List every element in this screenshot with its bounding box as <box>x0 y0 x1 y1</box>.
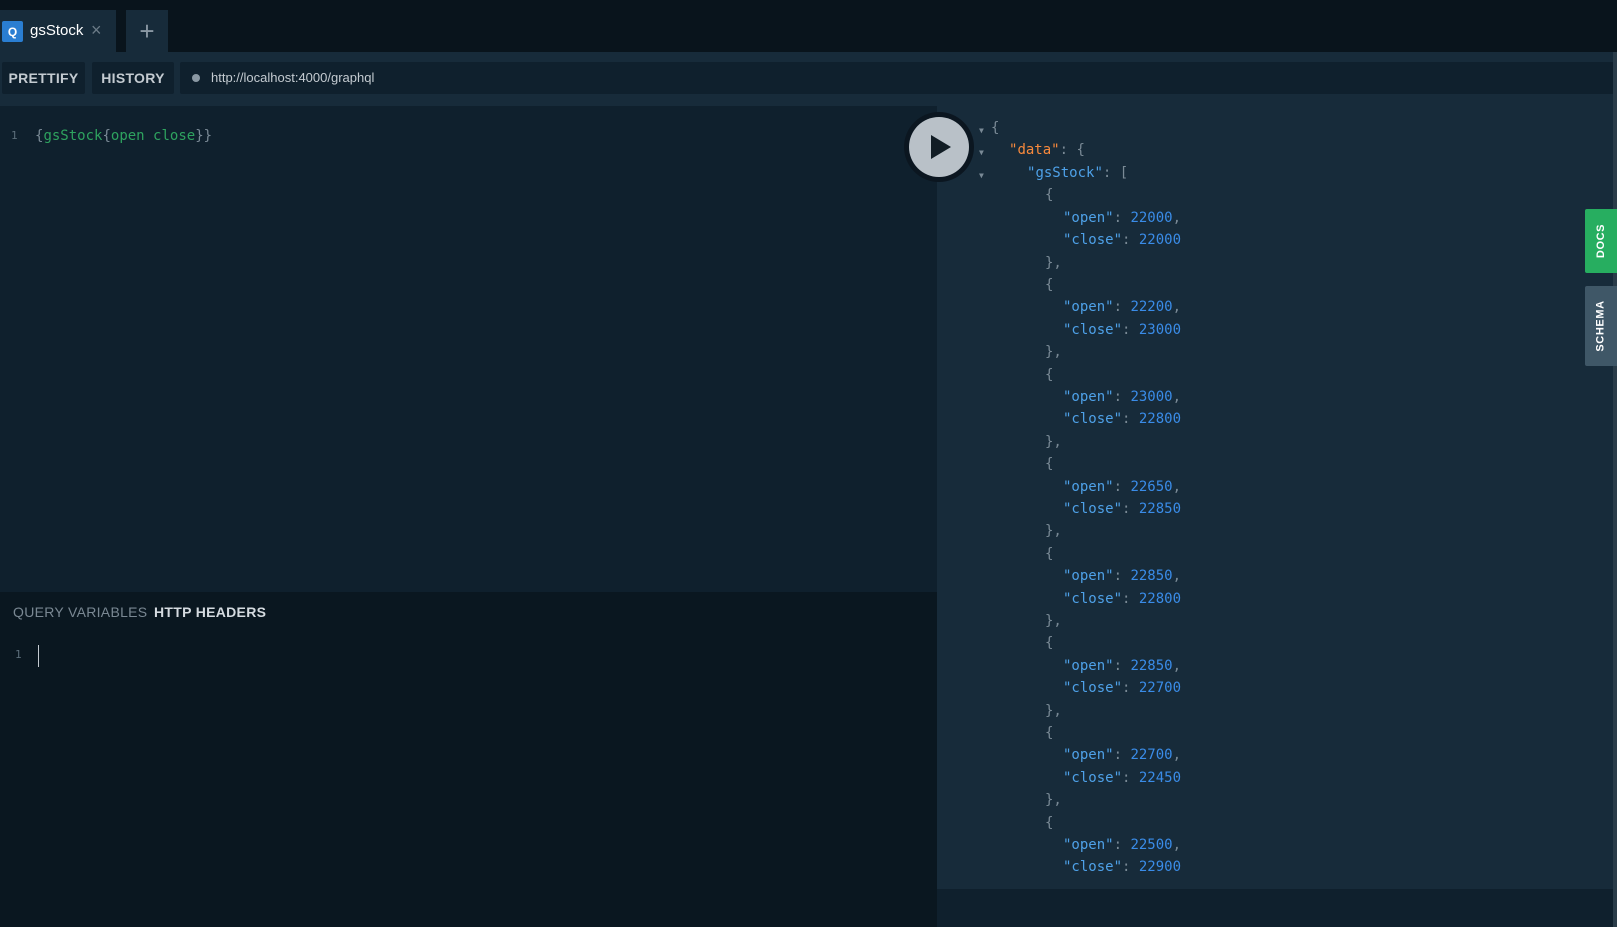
query-editor[interactable]: 1 {gsStock{open close}} <box>0 106 937 592</box>
json-value-close: 22800 <box>1138 411 1182 428</box>
fold-arrow-icon[interactable]: ▼ <box>979 171 984 180</box>
json-brace: { <box>1045 545 1054 562</box>
json-brace: }, <box>1045 792 1062 809</box>
json-value-close: 22800 <box>1138 590 1182 607</box>
json-value-close: 22000 <box>1138 232 1182 249</box>
json-brace: { <box>1045 814 1054 831</box>
json-field-close: "close": 23000 <box>1063 321 1182 338</box>
json-brace: { <box>991 120 1000 136</box>
query-text: {gsStock{open close}} <box>35 128 213 144</box>
fold-arrow-icon[interactable]: ▼ <box>979 148 984 157</box>
variables-panel: QUERY VARIABLES HTTP HEADERS 1 <box>0 592 937 927</box>
fold-arrow-icon[interactable]: ▼ <box>979 126 984 135</box>
json-brace: { <box>1045 187 1054 204</box>
json-field-close: "close": 22800 <box>1063 411 1182 428</box>
prettify-button[interactable]: PRETTIFY <box>2 62 85 94</box>
json-value-open: 22000 <box>1130 209 1173 226</box>
json-brace: }, <box>1045 613 1062 629</box>
endpoint-url-input[interactable]: http://localhost:4000/graphql <box>180 62 1617 94</box>
json-field-open: "open": 22700, <box>1063 747 1182 764</box>
tab-gsstock[interactable]: Q gsStock × <box>0 10 116 52</box>
json-field-open: "open": 22850, <box>1063 657 1182 674</box>
json-field-open: "open": 22500, <box>1063 837 1182 853</box>
toolbar: PRETTIFY HISTORY http://localhost:4000/g… <box>0 52 1617 106</box>
history-button[interactable]: HISTORY <box>92 62 174 94</box>
json-field-open: "open": 22650, <box>1063 478 1182 495</box>
json-value-close: 22900 <box>1138 859 1182 876</box>
tab-title: gsStock <box>30 22 84 39</box>
json-brace: { <box>1045 725 1054 741</box>
result-footer <box>937 889 1617 927</box>
json-brace: { <box>1045 456 1054 473</box>
json-brace: }, <box>1045 254 1062 271</box>
json-brace: { <box>1045 635 1054 652</box>
json-brace: { <box>1045 277 1054 293</box>
close-icon[interactable]: × <box>91 20 102 40</box>
json-value-open: 22850 <box>1130 568 1173 585</box>
scrollbar-edge[interactable] <box>1613 52 1617 927</box>
schema-tab[interactable]: SCHEMA <box>1585 286 1617 366</box>
json-field-open: "open": 22200, <box>1063 299 1182 316</box>
status-dot-icon <box>192 74 200 82</box>
json-brace: }, <box>1045 702 1062 719</box>
json-value-open: 23000 <box>1130 389 1173 405</box>
json-brace: }, <box>1045 344 1062 361</box>
json-list-line: "gsStock": [ <box>1027 165 1129 181</box>
json-field-close: "close": 22000 <box>1063 232 1182 249</box>
json-field-close: "close": 22450 <box>1063 769 1182 786</box>
json-value-open: 22650 <box>1130 478 1173 495</box>
json-value-close: 22450 <box>1138 769 1182 786</box>
json-value-open: 22850 <box>1130 657 1173 674</box>
json-brace: }, <box>1045 523 1062 540</box>
json-value-open: 22700 <box>1130 747 1173 764</box>
json-value-open: 22500 <box>1130 837 1173 853</box>
result-panel: ▼ { ▼ "data": { ▼ "gsStock": [ { "open": … <box>937 106 1613 889</box>
run-button[interactable] <box>904 112 974 182</box>
tab-query-variables[interactable]: QUERY VARIABLES <box>13 604 147 620</box>
json-value-close: 22700 <box>1138 680 1182 697</box>
text-cursor <box>38 645 39 667</box>
json-data-line: "data": { <box>1009 142 1085 158</box>
json-value-close: 22850 <box>1138 501 1182 517</box>
json-value-close: 23000 <box>1138 321 1182 338</box>
query-badge-icon: Q <box>2 21 23 42</box>
endpoint-url: http://localhost:4000/graphql <box>211 70 375 85</box>
json-value-open: 22200 <box>1130 299 1173 316</box>
play-icon <box>931 135 951 159</box>
new-tab-button[interactable]: + <box>126 10 168 52</box>
tab-http-headers[interactable]: HTTP HEADERS <box>154 604 266 620</box>
docs-tab[interactable]: DOCS <box>1585 209 1617 273</box>
json-field-open: "open": 23000, <box>1063 389 1182 405</box>
plus-icon: + <box>139 15 155 46</box>
json-field-close: "close": 22800 <box>1063 590 1182 607</box>
line-number: 1 <box>15 648 22 661</box>
json-field-open: "open": 22000, <box>1063 209 1182 226</box>
line-number: 1 <box>11 129 18 142</box>
json-field-close: "close": 22900 <box>1063 859 1182 876</box>
json-field-close: "close": 22700 <box>1063 680 1182 697</box>
json-field-close: "close": 22850 <box>1063 501 1182 517</box>
json-field-open: "open": 22850, <box>1063 568 1182 585</box>
tab-bar: Q gsStock × + <box>0 0 1617 52</box>
json-brace: }, <box>1045 433 1062 450</box>
json-brace: { <box>1045 366 1054 383</box>
